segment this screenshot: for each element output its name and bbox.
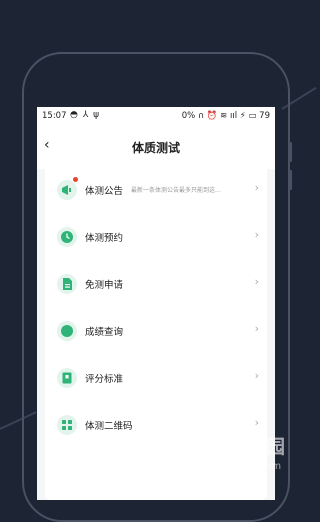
menu-item-announcement[interactable]: 体测公告 最新一条体测公告最多只能到这... › (45, 167, 267, 213)
menu-item-label: 免测申请 (85, 280, 124, 291)
phone-side-button (289, 170, 292, 190)
watermark-name: 当下软件园 (186, 436, 287, 458)
qr-code-icon (57, 415, 77, 435)
megaphone-icon (57, 177, 78, 200)
announcement-preview: 最新一条体测公告最多只能到这... (131, 187, 221, 194)
chevron-right-icon: › (254, 369, 259, 382)
status-time: 15:07 (42, 111, 67, 121)
phone-side-button (289, 142, 292, 162)
menu-item-label: 体测二维码 (85, 421, 133, 432)
menu-item-label: 体测预约 (85, 233, 124, 244)
chevron-right-icon: › (254, 181, 259, 194)
menu-item-label: 评分标准 (85, 374, 124, 385)
document-icon (57, 274, 77, 294)
status-left-icons: ◓ ⅄ ψ (70, 110, 101, 120)
notification-dot (73, 177, 78, 182)
chevron-right-icon: › (254, 322, 259, 335)
page-title: 体质测试 (131, 141, 180, 155)
menu-item-appointment[interactable]: 体测预约 › (45, 214, 267, 260)
menu-item-label: 成绩查询 (85, 327, 124, 338)
watermark-url: www.downxia.com (188, 461, 282, 472)
chevron-right-icon: › (254, 228, 259, 241)
menu-item-score-query[interactable]: 成绩查询 › (45, 308, 267, 354)
circle-icon (57, 321, 77, 341)
clock-icon (57, 227, 77, 247)
bookmark-icon (57, 368, 77, 388)
status-right-indicators: 0% ∩ ⏰ ≋ ııl ⚡ ▭ 79 (181, 111, 270, 121)
menu-item-exemption[interactable]: 免测申请 › (45, 261, 267, 307)
chevron-right-icon: › (254, 275, 259, 288)
menu-item-label: 体测公告 (85, 186, 124, 197)
watermark-logo-icon (140, 428, 184, 476)
menu-item-scoring-standard[interactable]: 评分标准 › (45, 355, 267, 401)
watermark: 当下软件园 www.downxia.com (140, 428, 300, 482)
status-bar: 15:07 ◓ ⅄ ψ 0% ∩ ⏰ ≋ ııl ⚡ ▭ 79 (37, 107, 275, 125)
